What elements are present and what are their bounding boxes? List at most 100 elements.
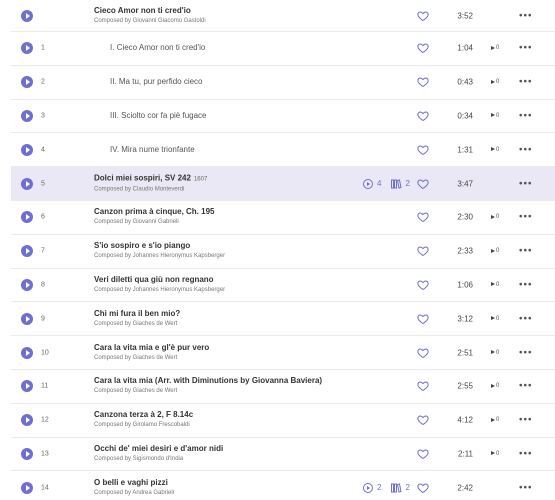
track-number: 1 — [41, 44, 45, 52]
download-count[interactable]: 0 — [491, 383, 499, 389]
track-row[interactable]: 7 S'io sospiro e s'io piango Composed by… — [11, 235, 555, 269]
more-icon[interactable]: ••• — [519, 77, 533, 88]
play-icon[interactable] — [21, 245, 33, 258]
track-title[interactable]: S'io sospiro e s'io piango — [94, 241, 225, 251]
track-row[interactable]: 11 Cara la vita mia (Arr. with Diminutio… — [11, 370, 555, 404]
play-icon[interactable] — [21, 211, 33, 224]
more-icon[interactable]: ••• — [519, 246, 533, 257]
track-number: 11 — [41, 382, 49, 390]
play-icon[interactable] — [21, 346, 33, 359]
track-row[interactable]: 10 Cara la vita mia e gl'è pur vero Comp… — [11, 336, 555, 370]
more-icon[interactable]: ••• — [519, 144, 533, 155]
download-icon — [491, 79, 495, 84]
more-icon[interactable]: ••• — [519, 347, 533, 358]
recordings-icon — [363, 482, 373, 493]
movement-row[interactable]: 1 I. Cieco Amor non ti cred'io 1:04 0 ••… — [11, 32, 555, 66]
movement-row[interactable]: 4 IV. Mira nume trionfante 1:31 0 ••• — [11, 133, 555, 168]
play-icon[interactable] — [21, 414, 33, 427]
more-icon[interactable]: ••• — [519, 381, 533, 392]
download-count[interactable]: 0 — [491, 248, 499, 254]
track-row[interactable]: 14 O belli e vaghi pizzi Composed by And… — [11, 471, 555, 500]
track-row[interactable]: 8 Veri diletti qua giù non regnano Compo… — [11, 269, 555, 303]
more-icon[interactable]: ••• — [519, 10, 533, 21]
work-composer[interactable]: Composed by Giovanni Giacomo Gastoldi — [94, 17, 206, 26]
duration: 0:34 — [457, 111, 473, 121]
play-icon[interactable] — [21, 481, 33, 494]
download-icon — [491, 383, 495, 388]
track-title[interactable]: Occhi de' miei desiri e d'amor nidi — [94, 444, 223, 454]
download-count[interactable]: 0 — [491, 282, 499, 288]
track-title[interactable]: Chi mi fura il ben mio? — [94, 309, 180, 319]
badge-albums: 2 — [405, 483, 410, 493]
more-icon[interactable]: ••• — [519, 415, 533, 426]
more-icon[interactable]: ••• — [519, 482, 533, 493]
track-composer[interactable]: Composed by Giaches de Wert — [94, 387, 322, 396]
play-icon[interactable] — [21, 177, 33, 190]
track-composer[interactable]: Composed by Johannes Hieronymus Kapsberg… — [94, 252, 225, 261]
more-icon[interactable]: ••• — [519, 448, 533, 459]
movement-row[interactable]: 3 III. Sciolto cor fa piè fugace 0:34 0 … — [11, 100, 555, 134]
track-title[interactable]: Cara la vita mia e gl'è pur vero — [94, 343, 209, 353]
track-composer[interactable]: Composed by Girolamo Frescobaldi — [94, 421, 193, 430]
track-composer[interactable]: Composed by Giaches de Wert — [94, 354, 209, 363]
track-composer[interactable]: Composed by Claudio Monteverdi — [94, 185, 207, 194]
more-icon[interactable]: ••• — [519, 178, 533, 189]
track-row[interactable]: 13 Occhi de' miei desiri e d'amor nidi C… — [11, 438, 555, 472]
track-row[interactable]: 6 Canzon prima à cinque, Ch. 195 Compose… — [11, 201, 555, 235]
track-number: 3 — [41, 112, 45, 120]
more-icon[interactable]: ••• — [519, 43, 533, 54]
track-badges[interactable]: 2 2 — [362, 482, 410, 494]
work-row[interactable]: Cieco Amor non ti cred'io Composed by Gi… — [11, 0, 555, 32]
duration: 2:51 — [457, 348, 473, 358]
play-icon[interactable] — [21, 380, 33, 393]
track-title[interactable]: O belli e vaghi pizzi — [94, 478, 174, 488]
badge-plays: 4 — [377, 179, 382, 189]
play-icon[interactable] — [21, 447, 33, 460]
track-title[interactable]: Dolci miei sospiri, SV 242 1607 — [94, 173, 207, 184]
track-badges[interactable]: 4 2 — [362, 178, 410, 190]
badge-plays: 2 — [377, 483, 382, 493]
download-count[interactable]: 0 — [491, 79, 499, 85]
download-count[interactable]: 0 — [491, 113, 499, 119]
download-count[interactable]: 0 — [491, 350, 499, 356]
more-icon[interactable]: ••• — [519, 313, 533, 324]
play-icon[interactable] — [21, 278, 33, 291]
movement-title[interactable]: IV. Mira nume trionfante — [110, 145, 195, 155]
track-composer[interactable]: Composed by Giovanni Gabrieli — [94, 218, 214, 227]
download-count[interactable]: 0 — [491, 451, 499, 457]
play-icon[interactable] — [21, 42, 33, 55]
movement-row[interactable]: 2 II. Ma tu, pur perfido cieco 0:43 0 ••… — [11, 66, 555, 100]
play-icon[interactable] — [21, 312, 33, 325]
play-icon[interactable] — [21, 9, 33, 22]
track-title[interactable]: Canzon prima à cinque, Ch. 195 — [94, 207, 214, 217]
track-composer[interactable]: Composed by Giaches de Wert — [94, 320, 180, 329]
download-count[interactable]: 0 — [491, 417, 499, 423]
play-icon[interactable] — [21, 76, 33, 89]
download-count[interactable]: 0 — [491, 147, 499, 153]
track-composer[interactable]: Composed by Johannes Hieronymus Kapsberg… — [94, 286, 225, 295]
download-count[interactable]: 0 — [491, 45, 499, 51]
download-icon — [491, 248, 495, 253]
play-icon[interactable] — [21, 143, 33, 156]
track-composer[interactable]: Composed by Andrea Gabrieli — [94, 489, 174, 498]
track-row[interactable]: 12 Canzona terza à 2, F 8.14c Composed b… — [11, 404, 555, 438]
track-title[interactable]: Canzona terza à 2, F 8.14c — [94, 410, 193, 420]
track-title[interactable]: Cara la vita mia (Arr. with Diminutions … — [94, 376, 322, 386]
track-number: 7 — [41, 247, 45, 255]
track-title[interactable]: Veri diletti qua giù non regnano — [94, 275, 225, 285]
download-count[interactable]: 0 — [491, 214, 499, 220]
more-icon[interactable]: ••• — [519, 279, 533, 290]
movement-title[interactable]: I. Cieco Amor non ti cred'io — [110, 43, 205, 53]
track-row[interactable]: 9 Chi mi fura il ben mio? Composed by Gi… — [11, 302, 555, 337]
download-count[interactable]: 0 — [491, 316, 499, 322]
more-icon[interactable]: ••• — [519, 212, 533, 223]
movement-title[interactable]: II. Ma tu, pur perfido cieco — [110, 77, 203, 87]
duration: 4:12 — [457, 415, 473, 425]
download-icon — [491, 282, 495, 287]
track-row-highlighted[interactable]: 5 Dolci miei sospiri, SV 242 1607 Compose… — [11, 167, 555, 201]
track-composer[interactable]: Composed by Sigismondo d'India — [94, 455, 223, 464]
play-icon[interactable] — [21, 109, 33, 122]
movement-title[interactable]: III. Sciolto cor fa piè fugace — [110, 111, 207, 121]
work-title[interactable]: Cieco Amor non ti cred'io — [94, 6, 206, 16]
more-icon[interactable]: ••• — [519, 110, 533, 121]
